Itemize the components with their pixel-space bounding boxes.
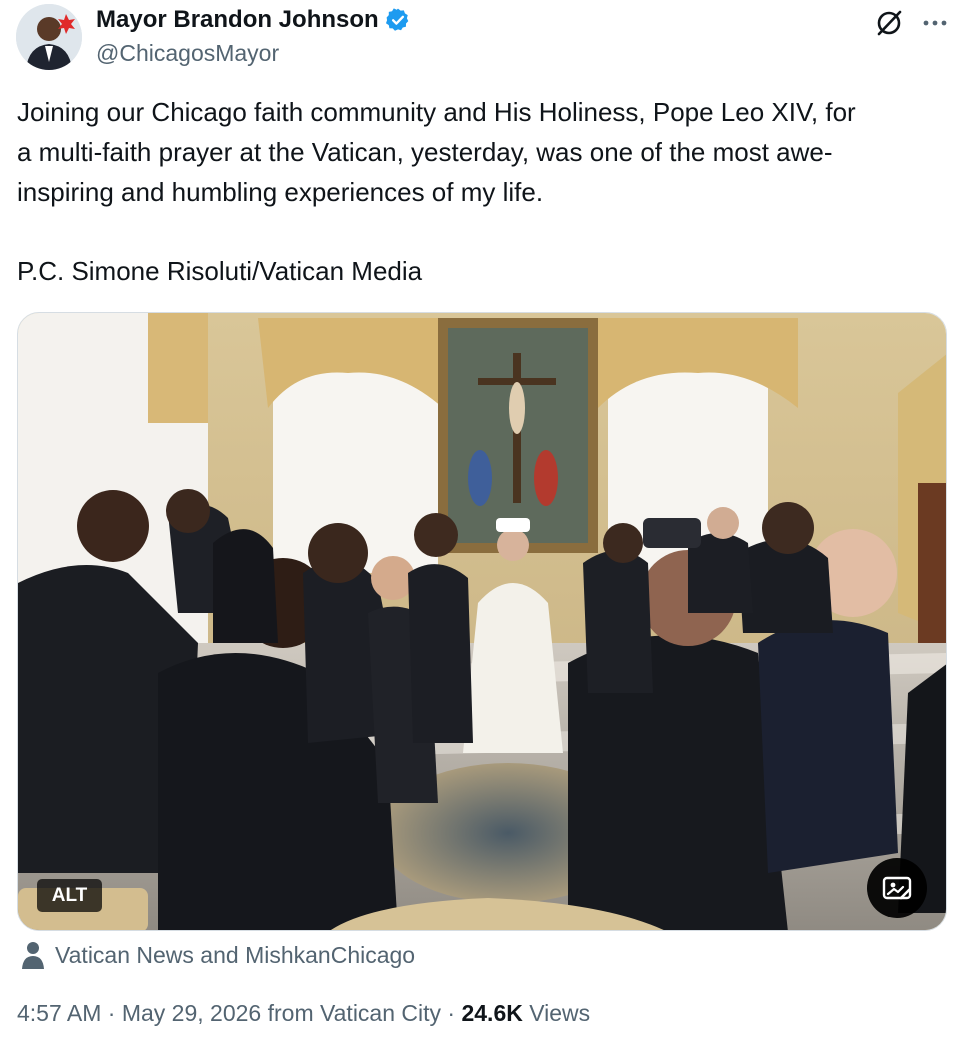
tagged-people-text[interactable]: Vatican News and MishkanChicago <box>55 942 415 969</box>
tweet-text: Joining our Chicago faith community and … <box>17 92 957 291</box>
views-label: Views <box>522 1000 591 1026</box>
tweet-text-line-3: inspiring and humbling experiences of my… <box>17 177 544 207</box>
tag-people-icon[interactable] <box>867 858 927 918</box>
photo-credit: P.C. Simone Risoluti/Vatican Media <box>17 256 423 286</box>
author-display-name[interactable]: Mayor Brandon Johnson <box>96 6 379 34</box>
grok-icon[interactable] <box>872 6 906 40</box>
tweet-date[interactable]: May 29, 2026 <box>122 1000 261 1026</box>
meta-separator: · <box>101 1000 122 1026</box>
tagged-people[interactable]: Vatican News and MishkanChicago <box>20 940 415 970</box>
tweet-text-line-1: Joining our Chicago faith community and … <box>17 97 856 127</box>
tweet-photo[interactable] <box>17 312 947 931</box>
views-count: 24.6K <box>461 1000 523 1026</box>
meta-separator: · <box>441 1000 462 1026</box>
alt-text-badge[interactable]: ALT <box>37 879 102 912</box>
verified-badge-icon <box>385 8 408 31</box>
tweet-time[interactable]: 4:57 AM <box>17 1000 101 1026</box>
tweet-text-line-2: a multi-faith prayer at the Vatican, yes… <box>17 137 833 167</box>
avatar[interactable] <box>16 4 82 70</box>
author-handle[interactable]: @ChicagosMayor <box>96 40 279 67</box>
person-icon <box>22 942 44 969</box>
tweet-meta: 4:57 AM · May 29, 2026 from Vatican City… <box>17 1000 590 1027</box>
more-icon[interactable] <box>918 6 952 40</box>
tweet-location: from Vatican City <box>261 1000 442 1026</box>
